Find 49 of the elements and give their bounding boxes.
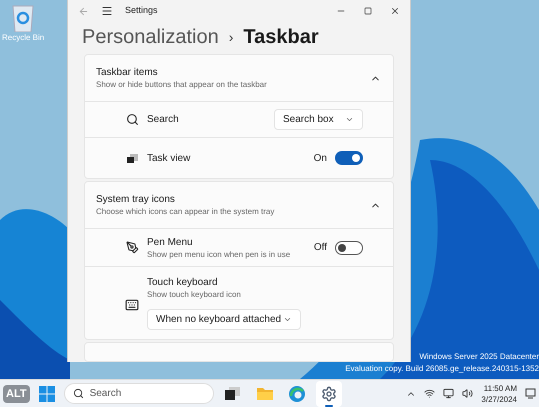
- task-view-icon: [126, 154, 138, 162]
- alt-badge: ALT: [3, 384, 30, 402]
- keyboard-icon: [125, 298, 139, 312]
- toggle-switch[interactable]: [335, 240, 363, 254]
- pen-icon: [126, 241, 138, 254]
- close-icon[interactable]: [390, 6, 400, 16]
- windows-logo-icon: [38, 386, 55, 402]
- clock-time[interactable]: 11:50 AM: [484, 382, 517, 394]
- window-title: Settings: [125, 4, 158, 18]
- search-icon: [72, 388, 84, 399]
- notification-icon[interactable]: [525, 388, 536, 399]
- toggle-switch[interactable]: [335, 151, 363, 165]
- section-subtitle: Show or hide buttons that appear on the taskbar: [96, 79, 267, 90]
- maximize-icon[interactable]: [364, 7, 372, 15]
- browser-icon: [288, 386, 305, 402]
- search-input[interactable]: Search: [90, 386, 200, 401]
- dropdown[interactable]: When no keyboard attached: [147, 309, 301, 330]
- toggle-state-label: Off: [314, 241, 327, 255]
- chevron-down-icon: [345, 115, 354, 124]
- dropdown[interactable]: Search box: [274, 109, 363, 130]
- clock-date[interactable]: 3/27/2024: [481, 394, 517, 404]
- row-description: Show pen menu icon when pen is in use: [147, 248, 290, 260]
- toggle-state-label: On: [314, 152, 327, 166]
- row-label: Touch keyboard: [147, 276, 219, 289]
- row-description: Show touch keyboard icon: [147, 289, 242, 300]
- folder-icon: [256, 387, 273, 400]
- edition-text: Evaluation copy. Build 26085.ge_release.240315-1352: [345, 363, 539, 375]
- chevron-down-icon: [283, 315, 292, 324]
- active-indicator: [324, 404, 333, 406]
- recycle-bin-icon: [11, 4, 36, 32]
- row-label: Search: [147, 113, 179, 127]
- breadcrumb-separator: ›: [228, 28, 234, 46]
- section-subtitle: Choose which icons can appear in the system tray: [96, 206, 274, 217]
- search-icon: [126, 113, 138, 126]
- gear-icon: [320, 386, 337, 402]
- taskbar-search-field[interactable]: Search: [64, 383, 214, 404]
- network-icon[interactable]: [424, 388, 436, 399]
- breadcrumb-parent[interactable]: Personalization: [82, 22, 219, 52]
- taskbar-app[interactable]: [316, 380, 342, 406]
- section-title: Taskbar items: [96, 66, 159, 79]
- section-title: System tray icons: [96, 193, 176, 206]
- edition-text: Windows Server 2025 Datacenter: [419, 351, 539, 363]
- task-view-icon: [225, 387, 240, 400]
- volume-icon[interactable]: [462, 388, 474, 399]
- monitor-icon[interactable]: [443, 388, 454, 399]
- row-label: Pen Menu: [147, 236, 194, 248]
- row-label: Task view: [147, 152, 190, 164]
- page-title: Taskbar: [243, 25, 319, 50]
- menu-icon[interactable]: [101, 5, 113, 17]
